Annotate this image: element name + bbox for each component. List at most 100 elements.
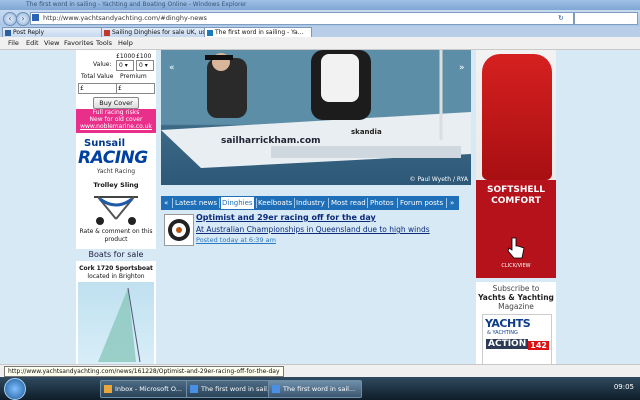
article-title[interactable]: Optimist and 29er racing off for the day bbox=[196, 213, 376, 222]
hull-sponsor: skandia bbox=[351, 128, 382, 136]
racing-logo: RACING bbox=[78, 148, 148, 168]
menu-help[interactable]: Help bbox=[118, 39, 133, 47]
promo-link[interactable]: www.noblemarine.co.uk bbox=[76, 123, 156, 130]
nav-latest-news[interactable]: Latest news bbox=[175, 197, 217, 209]
col1-label: £1000 bbox=[116, 53, 136, 60]
start-button[interactable] bbox=[4, 378, 26, 400]
tab-label: Sailing Dinghies for sale UK, us... bbox=[112, 29, 212, 36]
nav-separator bbox=[172, 198, 173, 208]
promo-line-2: New for old cover bbox=[89, 116, 143, 123]
task-ie-1[interactable]: The first word in sail... bbox=[186, 380, 280, 398]
menu-favorites[interactable]: Favorites bbox=[64, 39, 93, 47]
subscribe-line-2: Yachts & Yachting bbox=[478, 293, 554, 302]
nav-keelboats[interactable]: Keelboats bbox=[258, 197, 292, 209]
refresh-icon[interactable]: ↻ bbox=[558, 14, 564, 22]
nav-most-read[interactable]: Most read bbox=[331, 197, 366, 209]
hand-cursor-icon bbox=[507, 237, 525, 259]
article-thumbnail[interactable] bbox=[164, 214, 194, 246]
boats-for-sale-heading: Boats for sale bbox=[76, 249, 156, 261]
news-article: Optimist and 29er racing off for the day… bbox=[161, 211, 471, 364]
subscribe-line-3: Magazine bbox=[498, 302, 534, 311]
trolley-caption-2: product bbox=[104, 236, 128, 243]
task-label: Inbox - Microsoft O... bbox=[115, 385, 182, 393]
nav-separator bbox=[328, 198, 329, 208]
article-date[interactable]: Posted today at 6:39 am bbox=[196, 236, 276, 244]
nav-separator bbox=[367, 198, 368, 208]
nav-separator bbox=[256, 198, 257, 208]
select-value: 0 bbox=[139, 62, 143, 69]
premium-field[interactable]: £ bbox=[116, 83, 155, 94]
svg-text:»: » bbox=[459, 63, 465, 73]
page-content: £1000 £100 Value: 0 ▾ 0 ▾ Total Value Pr… bbox=[0, 50, 640, 366]
col2-label: £100 bbox=[136, 53, 152, 60]
back-button[interactable]: ‹ bbox=[3, 12, 17, 26]
window-title: The first word in sailing - Yachting and… bbox=[26, 1, 247, 8]
trolley-title[interactable]: Trolley Sling bbox=[76, 181, 156, 189]
boat-location: located in Brighton bbox=[87, 273, 145, 280]
nav-industry[interactable]: Industry bbox=[296, 197, 325, 209]
noble-marine-ad[interactable]: Full racing risks New for old cover www.… bbox=[76, 109, 156, 133]
title-bar: The first word in sailing - Yachting and… bbox=[0, 0, 640, 10]
subscribe-box[interactable]: Subscribe to Yachts & Yachting Magazine … bbox=[476, 282, 556, 366]
clock: 09:05 bbox=[613, 383, 634, 391]
softshell-ad[interactable]: SOFTSHELL COMFORT CLICK/VIEW bbox=[476, 50, 556, 278]
page-icon bbox=[104, 30, 110, 36]
search-input[interactable] bbox=[574, 12, 638, 25]
forward-button[interactable]: › bbox=[16, 12, 30, 26]
value-select-2[interactable]: 0 ▾ bbox=[136, 60, 154, 71]
page-icon bbox=[207, 30, 213, 36]
task-ie-2[interactable]: The first word in sail... bbox=[268, 380, 362, 398]
ie-icon bbox=[190, 385, 198, 393]
nav-separator bbox=[397, 198, 398, 208]
url-field[interactable]: http://www.yachtsandyachting.com/#dinghy… bbox=[30, 12, 574, 25]
task-outlook[interactable]: Inbox - Microsoft O... bbox=[100, 380, 198, 398]
select-value: 0 bbox=[119, 62, 123, 69]
task-label: The first word in sail... bbox=[283, 385, 356, 393]
ad-line-1: SOFTSHELL bbox=[486, 185, 546, 195]
promo-line-1: Full racing risks bbox=[92, 109, 140, 116]
ie-icon bbox=[272, 385, 280, 393]
sunsail-ad[interactable]: Sunsail RACING Yacht Racing bbox=[76, 136, 156, 176]
nav-photos[interactable]: Photos bbox=[370, 197, 394, 209]
menu-view[interactable]: View bbox=[44, 39, 59, 47]
total-value-field[interactable]: £ bbox=[78, 83, 117, 94]
subscribe-line-1: Subscribe to bbox=[492, 284, 540, 293]
menu-edit[interactable]: Edit bbox=[26, 39, 39, 47]
trolley-caption[interactable]: Rate & comment on this product bbox=[76, 228, 156, 244]
ad-line-2: COMFORT bbox=[491, 196, 541, 206]
boat-title[interactable]: Cork 1720 Sportsboat bbox=[76, 265, 156, 272]
trolley-image[interactable] bbox=[90, 191, 142, 227]
article-subtitle[interactable]: At Australian Championships in Queenslan… bbox=[196, 225, 430, 234]
photo-credit: © Paul Wyeth / RYA bbox=[409, 176, 468, 183]
address-bar: ‹ › http://www.yachtsandyachting.com/#di… bbox=[0, 10, 640, 26]
ad-cta[interactable]: CLICK/VIEW bbox=[476, 263, 556, 269]
nav-separator bbox=[294, 198, 295, 208]
nav-separator bbox=[446, 198, 447, 208]
magazine-action: ACTION bbox=[486, 339, 529, 349]
magazine-cover[interactable]: YACHTS & YACHTING ACTION 142 bbox=[482, 314, 552, 366]
nav-next-icon[interactable]: » bbox=[450, 197, 454, 209]
nav-forum-posts[interactable]: Forum posts bbox=[400, 197, 443, 209]
nav-separator bbox=[219, 198, 220, 208]
total-value-label: Total Value bbox=[81, 73, 114, 80]
outlook-icon bbox=[104, 385, 112, 393]
left-column: £1000 £100 Value: 0 ▾ 0 ▾ Total Value Pr… bbox=[76, 50, 156, 364]
nav-prev-icon[interactable]: « bbox=[164, 197, 168, 209]
sunsail-caption: Yacht Racing bbox=[96, 168, 136, 175]
tab-bar: Post Reply Sailing Dinghies for sale UK,… bbox=[0, 26, 640, 38]
value-label: Value: bbox=[93, 61, 112, 68]
buy-cover-button[interactable]: Buy Cover bbox=[93, 97, 139, 109]
trolley-caption-1: Rate & comment on this bbox=[79, 228, 153, 235]
boat-image[interactable] bbox=[78, 282, 154, 364]
news-category-nav: « Latest news Dinghies Keelboats Industr… bbox=[161, 196, 459, 210]
menu-tools[interactable]: Tools bbox=[96, 39, 112, 47]
hero-photo[interactable]: « » sailharrickham.com skandia © Paul Wy… bbox=[161, 50, 471, 185]
magazine-title: YACHTS bbox=[485, 317, 531, 330]
menu-file[interactable]: File bbox=[8, 39, 19, 47]
svg-text:«: « bbox=[169, 63, 175, 73]
value-select-1[interactable]: 0 ▾ bbox=[116, 60, 134, 71]
nav-dinghies[interactable]: Dinghies bbox=[221, 197, 254, 209]
site-icon bbox=[32, 14, 39, 21]
task-label: The first word in sail... bbox=[201, 385, 274, 393]
page-icon bbox=[5, 30, 11, 36]
